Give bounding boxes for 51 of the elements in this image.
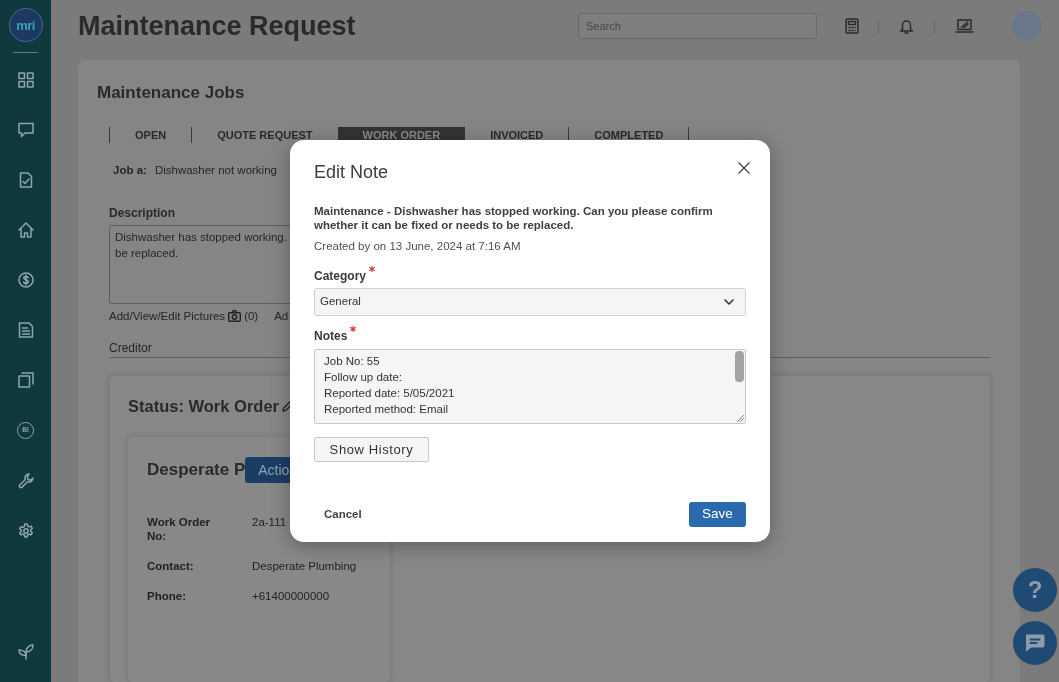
document-icon[interactable]: [17, 322, 34, 338]
field-label: Contact:: [147, 559, 194, 573]
show-history-button[interactable]: Show History: [314, 437, 429, 462]
section-title: Maintenance Jobs: [97, 84, 246, 102]
resize-handle-icon[interactable]: [736, 414, 744, 422]
category-select[interactable]: General: [314, 288, 746, 316]
gear-icon[interactable]: [17, 523, 34, 539]
notes-label: Notes: [314, 329, 348, 343]
logo[interactable]: mri: [8, 8, 43, 42]
grid-icon[interactable]: [17, 72, 34, 88]
field-value: +61400000000: [252, 589, 330, 603]
category-label: Category: [314, 269, 366, 283]
chevron-down-icon: [724, 299, 734, 305]
status-title: Status: Work Order: [128, 397, 279, 415]
cancel-button[interactable]: Cancel: [314, 502, 372, 527]
calculator-icon[interactable]: [845, 18, 859, 34]
note-summary: Maintenance - Dishwasher has stopped working. Can you please confirm whether it can be fixed or needs to be replaced.: [314, 204, 714, 232]
document-check-icon[interactable]: [17, 172, 34, 188]
dollar-icon[interactable]: [17, 272, 34, 288]
help-button[interactable]: ?: [1013, 568, 1057, 612]
field-label: Work Order No:: [147, 515, 212, 543]
frame-icon[interactable]: [17, 372, 34, 388]
dialog-title: Edit Note: [314, 161, 389, 183]
laptop-pen-icon[interactable]: [955, 18, 974, 34]
pictures-link[interactable]: Add/View/Edit Pictures (0): [109, 309, 259, 323]
field-label: Phone:: [147, 589, 186, 603]
created-info: Created by on 13 June, 2024 at 7:16 AM: [314, 239, 521, 253]
bell-icon[interactable]: [899, 18, 914, 34]
scrollbar-thumb[interactable]: [735, 351, 744, 382]
camera-icon: [228, 310, 242, 322]
pencil-icon[interactable]: [282, 400, 293, 412]
supplier-name: Desperate P: [147, 460, 246, 480]
page-title: Maintenance Request: [78, 12, 356, 40]
wrench-icon[interactable]: [17, 473, 34, 489]
field-value: Desperate Plumbing: [252, 559, 357, 573]
link[interactable]: Ad: [274, 309, 289, 323]
field-value: 2a-111: [252, 515, 287, 529]
chat-icon[interactable]: [17, 122, 34, 138]
save-button[interactable]: Save: [689, 502, 746, 527]
job-label: Job a:: [113, 163, 147, 178]
home-icon[interactable]: [17, 222, 34, 238]
chat-button[interactable]: [1013, 621, 1057, 665]
notes-field[interactable]: Job No: 55 Follow up date: Reported date: 5/05/2021 Reported method: Email: [314, 349, 746, 424]
creditor-label: Creditor: [109, 341, 152, 355]
close-icon[interactable]: [738, 162, 750, 174]
leaf-icon[interactable]: [17, 644, 34, 660]
job-value: Dishwasher not working: [154, 163, 277, 178]
chat-bubble-icon: [1025, 634, 1045, 652]
tab[interactable]: INVOICED: [465, 127, 569, 143]
description-label: Description: [109, 205, 175, 221]
tab[interactable]: OPEN: [109, 127, 192, 143]
